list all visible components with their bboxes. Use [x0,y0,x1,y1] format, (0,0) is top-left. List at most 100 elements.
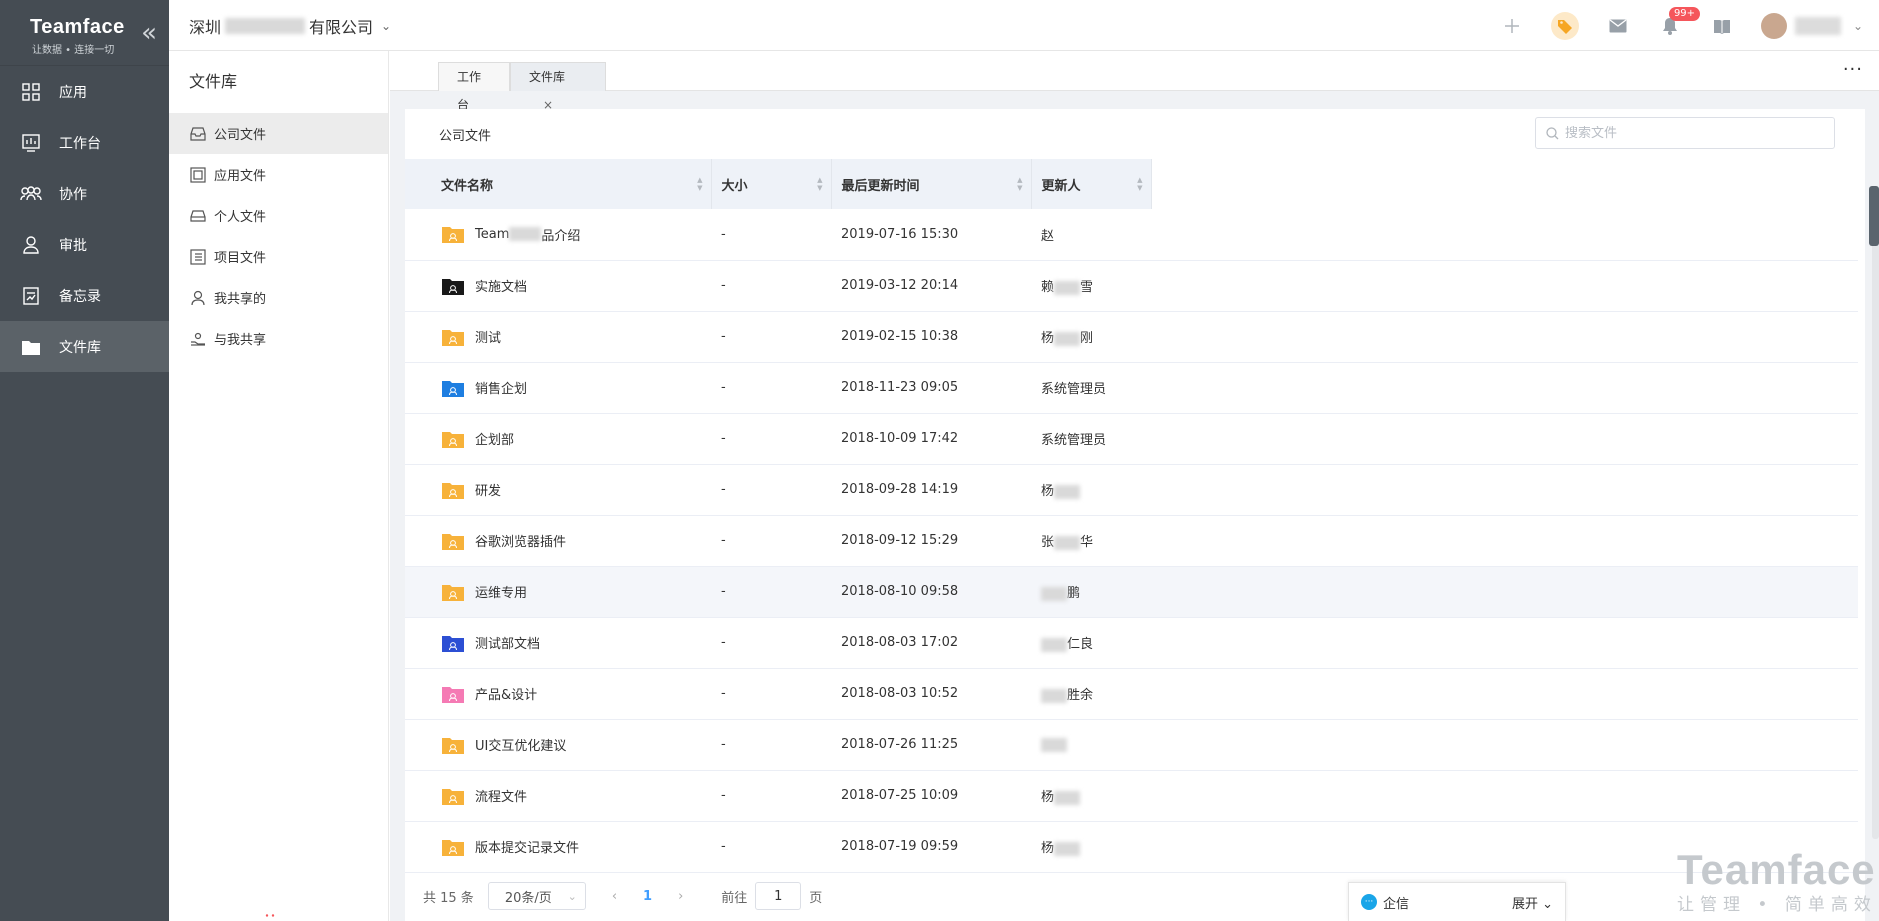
file-name[interactable]: 测试 [475,327,501,346]
folder-icon [442,329,464,346]
tab-workbench[interactable]: 工作台 [438,62,510,112]
library-item-shared-with-me[interactable]: 与我共享 [169,318,388,359]
nav-item-workbench[interactable]: 工作台 [0,117,169,168]
file-name[interactable]: Team [475,227,509,242]
bell-icon[interactable]: 99+ [1657,6,1701,39]
file-name[interactable]: 销售企划 [475,378,527,397]
nav-item-file-library[interactable]: 文件库 [0,321,169,372]
table-row[interactable]: 研发 -2018-09-28 14:19 杨 [405,464,1858,516]
tag-icon[interactable] [1550,11,1579,40]
updater-name-tail: 仁良 [1067,637,1094,652]
chat-widget[interactable]: ··· 企信 展开 ⌄ [1348,882,1566,921]
file-name[interactable]: 研发 [475,480,501,499]
library-item-project-files[interactable]: 项目文件 [169,236,388,277]
sort-icon[interactable]: ▲ ▼ [1137,176,1142,192]
table-row[interactable]: 实施文档 -2019-03-12 20:14 赖雪 [405,260,1858,312]
file-name[interactable]: UI交互优化建议 [475,735,566,754]
redacted-text [1041,688,1067,703]
tab-file-library[interactable]: 文件库× [510,62,606,112]
search-box[interactable] [1535,117,1835,149]
column-header-updated[interactable]: 最后更新时间 ▲ ▼ [831,159,1032,209]
file-name[interactable]: 运维专用 [475,582,527,601]
goto-label: 前往 [721,890,748,906]
nav-item-memo[interactable]: 备忘录 [0,270,169,321]
library-item-app-files[interactable]: 应用文件 [169,154,388,195]
table-row[interactable]: 销售企划 -2018-11-23 09:05 系统管理员 [405,362,1858,414]
updater-name: 赖 [1041,280,1055,295]
file-name[interactable]: 版本提交记录文件 [475,837,579,856]
file-name-cell[interactable]: 实施文档 [405,260,711,312]
file-name[interactable]: 产品&设计 [475,684,537,703]
table-row[interactable]: 测试 -2019-02-15 10:38 杨刚 [405,311,1858,363]
logo: Teamface 让数据 • 连接一切 « [0,0,169,66]
search-input[interactable] [1565,125,1805,141]
scrollbar-track[interactable] [1872,199,1879,839]
prev-page-icon[interactable]: ‹ [612,889,617,904]
share-hand-icon [189,330,207,348]
table-row[interactable]: 版本提交记录文件 -2018-07-19 09:59 杨 [405,821,1858,873]
file-name-cell[interactable]: Team 品介绍 [405,209,711,261]
file-name-cell[interactable]: 测试 [405,311,711,363]
sort-icon[interactable]: ▲ ▼ [697,176,702,192]
page-size-select[interactable]: 20条/页 ⌄ [487,882,586,910]
main-sidebar: Teamface 让数据 • 连接一切 « 应用 工作台 协作 审批 备忘录 文… [0,0,169,921]
chat-bubble-icon: ··· [1361,894,1377,910]
nav-item-apps[interactable]: 应用 [0,66,169,117]
chevron-down-icon[interactable]: ⌄ [1853,19,1863,33]
company-switcher[interactable]: 深圳 有限公司 ⌄ [189,14,391,38]
file-name-cell[interactable]: UI交互优化建议 [405,719,711,771]
file-name-cell[interactable]: 销售企划 [405,362,711,414]
avatar[interactable] [1760,12,1787,39]
more-icon[interactable]: ··· [1843,59,1863,80]
file-name[interactable]: 企划部 [475,429,514,448]
pagination-total: 共 15 条 [423,890,474,906]
file-name[interactable]: 测试部文档 [475,633,540,652]
file-name-cell[interactable]: 谷歌浏览器插件 [405,515,711,567]
file-size-cell: - [711,719,831,771]
scrollbar-thumb[interactable] [1869,186,1879,246]
sort-icon[interactable]: ▲ ▼ [817,176,822,192]
column-header-name[interactable]: 文件名称 ▲ ▼ [405,159,712,209]
updater-name: 赵 [1041,228,1055,244]
next-page-icon[interactable]: › [678,889,683,904]
file-name[interactable]: 流程文件 [475,786,527,805]
table-row[interactable]: 流程文件 -2018-07-25 10:09 杨 [405,770,1858,822]
chat-expand-button[interactable]: 展开 ⌄ [1512,893,1553,912]
file-name[interactable]: 实施文档 [475,276,527,295]
nav-item-collaboration[interactable]: 协作 [0,168,169,219]
user-name-redacted[interactable] [1794,16,1841,35]
file-name-cell[interactable]: 运维专用 [405,566,711,618]
file-name-cell[interactable]: 研发 [405,464,711,516]
file-name-cell[interactable]: 产品&设计 [405,668,711,720]
library-item-personal-files[interactable]: 个人文件 [169,195,388,236]
book-icon[interactable] [1709,13,1735,39]
redacted-text [1054,484,1081,499]
library-item-label: 项目文件 [214,251,267,266]
table-row[interactable]: 企划部 -2018-10-09 17:42 系统管理员 [405,413,1858,465]
file-name-cell[interactable]: 测试部文档 [405,617,711,669]
table-row[interactable]: 产品&设计 -2018-08-03 10:52 胜余 [405,668,1858,720]
user-approval-icon [20,234,42,256]
add-icon[interactable] [1499,13,1525,39]
sort-icon[interactable]: ▲ ▼ [1017,176,1022,192]
table-row[interactable]: UI交互优化建议 -2018-07-26 11:25 [405,719,1858,771]
library-item-company-files[interactable]: 公司文件 [169,113,388,154]
current-page[interactable]: 1 [643,889,652,904]
column-header-updater[interactable]: 更新人 ▲ ▼ [1031,159,1152,209]
goto-page-input[interactable]: 1 [755,882,802,910]
table-row[interactable]: 运维专用 -2018-08-10 09:58 鹏 [405,566,1858,618]
file-name-cell[interactable]: 企划部 [405,413,711,465]
file-name-cell[interactable]: 版本提交记录文件 [405,821,711,873]
table-row[interactable]: 谷歌浏览器插件 -2018-09-12 15:29 张华 [405,515,1858,567]
mail-icon[interactable] [1605,13,1631,39]
main-area: 工作台 文件库× ··· 公司文件 文件名称 ▲▼ 大小 ▲▼ 最后更新时间 ▲▼ 更… [390,51,1879,921]
file-name-cell[interactable]: 流程文件 [405,770,711,822]
table-row[interactable]: 测试部文档 -2018-08-03 17:02 仁良 [405,617,1858,669]
file-size-cell: - [711,260,831,312]
table-row[interactable]: Team 品介绍 -2019-07-16 15:30 赵 [405,209,1858,261]
column-header-size[interactable]: 大小 ▲ ▼ [711,159,832,209]
collapse-sidebar-icon[interactable]: « [141,18,157,48]
file-name[interactable]: 谷歌浏览器插件 [475,531,566,550]
nav-item-approval[interactable]: 审批 [0,219,169,270]
library-item-my-shared[interactable]: 我共享的 [169,277,388,318]
